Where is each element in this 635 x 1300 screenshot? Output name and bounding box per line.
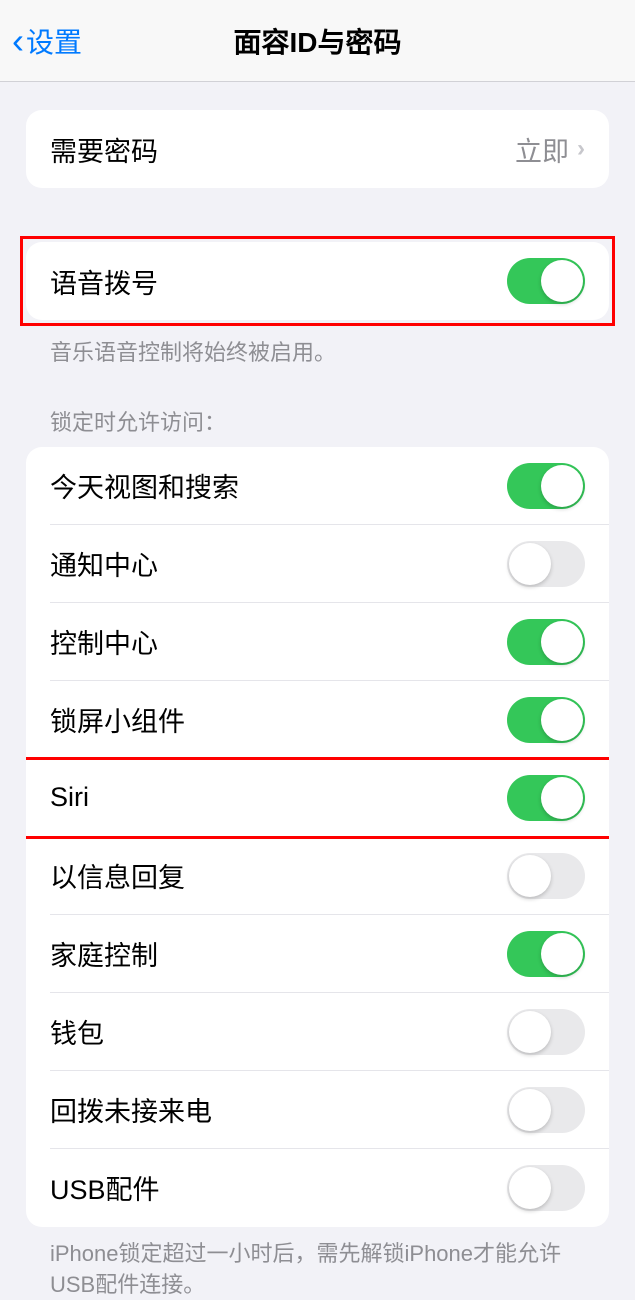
require-passcode-group: 需要密码 立即 ›: [26, 110, 609, 188]
lock-access-cell: 今天视图和搜索: [26, 447, 609, 525]
chevron-left-icon: ‹: [12, 20, 24, 62]
lock-access-label: USB配件: [50, 1168, 160, 1207]
voice-dial-cell: 语音拨号: [26, 242, 609, 320]
lock-access-toggle[interactable]: [507, 541, 585, 587]
require-passcode-cell[interactable]: 需要密码 立即 ›: [26, 110, 609, 188]
lock-access-label: 钱包: [50, 1012, 104, 1051]
lock-access-toggle[interactable]: [507, 619, 585, 665]
back-label: 设置: [26, 21, 82, 61]
lock-access-cell: USB配件: [26, 1149, 609, 1227]
lock-access-cell: 家庭控制: [26, 915, 609, 993]
chevron-right-icon: ›: [577, 135, 585, 163]
lock-access-toggle[interactable]: [507, 931, 585, 977]
require-passcode-value: 立即: [515, 130, 569, 169]
highlight-voice-dial: 语音拨号: [20, 236, 615, 326]
lock-access-toggle[interactable]: [507, 1009, 585, 1055]
lock-access-label: Siri: [50, 782, 89, 813]
lock-access-label: 锁屏小组件: [50, 700, 185, 739]
lock-access-cell: Siri: [26, 759, 609, 837]
navigation-header: ‹ 设置 面容ID与密码: [0, 0, 635, 82]
lock-access-toggle[interactable]: [507, 1087, 585, 1133]
voice-dial-group: 语音拨号: [26, 242, 609, 320]
lock-access-label: 通知中心: [50, 544, 158, 583]
lock-access-label: 以信息回复: [50, 856, 185, 895]
lock-access-toggle[interactable]: [507, 697, 585, 743]
back-button[interactable]: ‹ 设置: [0, 20, 82, 62]
require-passcode-label: 需要密码: [50, 130, 158, 169]
lock-access-label: 回拨未接来电: [50, 1090, 212, 1129]
lock-access-header: 锁定时允许访问：: [0, 405, 635, 447]
lock-access-cell: 控制中心: [26, 603, 609, 681]
lock-access-toggle[interactable]: [507, 853, 585, 899]
lock-access-label: 家庭控制: [50, 934, 158, 973]
lock-access-cell: 钱包: [26, 993, 609, 1071]
lock-access-cell: 以信息回复: [26, 837, 609, 915]
voice-dial-toggle[interactable]: [507, 258, 585, 304]
lock-access-toggle[interactable]: [507, 1165, 585, 1211]
lock-access-label: 控制中心: [50, 622, 158, 661]
lock-access-toggle[interactable]: [507, 775, 585, 821]
lock-access-toggle[interactable]: [507, 463, 585, 509]
lock-access-cell: 通知中心: [26, 525, 609, 603]
lock-access-cell: 锁屏小组件: [26, 681, 609, 759]
lock-access-label: 今天视图和搜索: [50, 466, 239, 505]
lock-access-group: 今天视图和搜索通知中心控制中心锁屏小组件 Siri 以信息回复家庭控制钱包回拨未接来…: [26, 447, 609, 1227]
voice-dial-label: 语音拨号: [50, 262, 158, 301]
page-title: 面容ID与密码: [233, 21, 401, 61]
lock-access-cell: 回拨未接来电: [26, 1071, 609, 1149]
voice-dial-footer: 音乐语音控制将始终被启用。: [0, 326, 635, 369]
lock-access-footer: iPhone锁定超过一小时后，需先解锁iPhone才能允许USB配件连接。: [0, 1227, 635, 1300]
